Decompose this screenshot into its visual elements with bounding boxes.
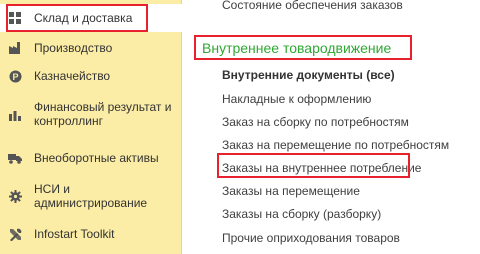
link-order-supply-status[interactable]: Состояние обеспечения заказов bbox=[222, 0, 403, 12]
coin-icon: P bbox=[8, 69, 22, 83]
main-content: Состояние обеспечения заказов Внутреннее… bbox=[183, 0, 480, 254]
link-other-receipts[interactable]: Прочие оприходования товаров bbox=[222, 231, 400, 245]
section-title: Внутреннее товародвижение bbox=[202, 40, 392, 56]
link-transfer-order-needs[interactable]: Заказ на перемещение по потребностям bbox=[222, 138, 449, 152]
grid-icon bbox=[8, 11, 22, 25]
truck-icon bbox=[8, 151, 22, 165]
tools-icon bbox=[8, 227, 22, 241]
sidebar-item-label: Казначейство bbox=[34, 69, 111, 83]
sidebar-item-nsi[interactable]: НСИ и администрирование bbox=[0, 178, 182, 214]
sidebar-item-label: Производство bbox=[34, 41, 113, 55]
sidebar-item-label: Внеоборотные активы bbox=[34, 151, 159, 165]
link-internal-docs-all[interactable]: Внутренние документы (все) bbox=[222, 68, 395, 82]
link-transfer-orders[interactable]: Заказы на перемещение bbox=[222, 184, 360, 198]
link-internal-consumption-orders[interactable]: Заказы на внутреннее потребление bbox=[222, 161, 421, 175]
sidebar-item-label: Склад и доставка bbox=[34, 11, 133, 25]
sidebar-item-label: Infostart Toolkit bbox=[34, 227, 115, 241]
sidebar-item-label: НСИ и администрирование bbox=[34, 182, 148, 210]
link-assembly-order-needs[interactable]: Заказ на сборку по потребностям bbox=[222, 115, 409, 129]
link-invoices-to-process[interactable]: Накладные к оформлению bbox=[222, 92, 371, 106]
sidebar-item-label: Финансовый результат и контроллинг bbox=[34, 100, 172, 128]
link-assembly-orders[interactable]: Заказы на сборку (разборку) bbox=[222, 207, 381, 221]
bar-chart-icon bbox=[8, 108, 22, 122]
sidebar-item-production[interactable]: Производство bbox=[0, 36, 182, 60]
sidebar: Склад и доставка Производство P Казначей… bbox=[0, 0, 182, 254]
sidebar-item-financial-result[interactable]: Финансовый результат и контроллинг bbox=[0, 92, 182, 136]
gear-icon bbox=[8, 189, 22, 203]
sidebar-item-warehouse[interactable]: Склад и доставка bbox=[0, 4, 182, 32]
sidebar-item-fixed-assets[interactable]: Внеоборотные активы bbox=[0, 146, 182, 170]
sidebar-item-infostart[interactable]: Infostart Toolkit bbox=[0, 222, 182, 246]
sidebar-item-treasury[interactable]: P Казначейство bbox=[0, 64, 182, 88]
factory-icon bbox=[8, 41, 22, 55]
svg-text:P: P bbox=[12, 72, 18, 82]
